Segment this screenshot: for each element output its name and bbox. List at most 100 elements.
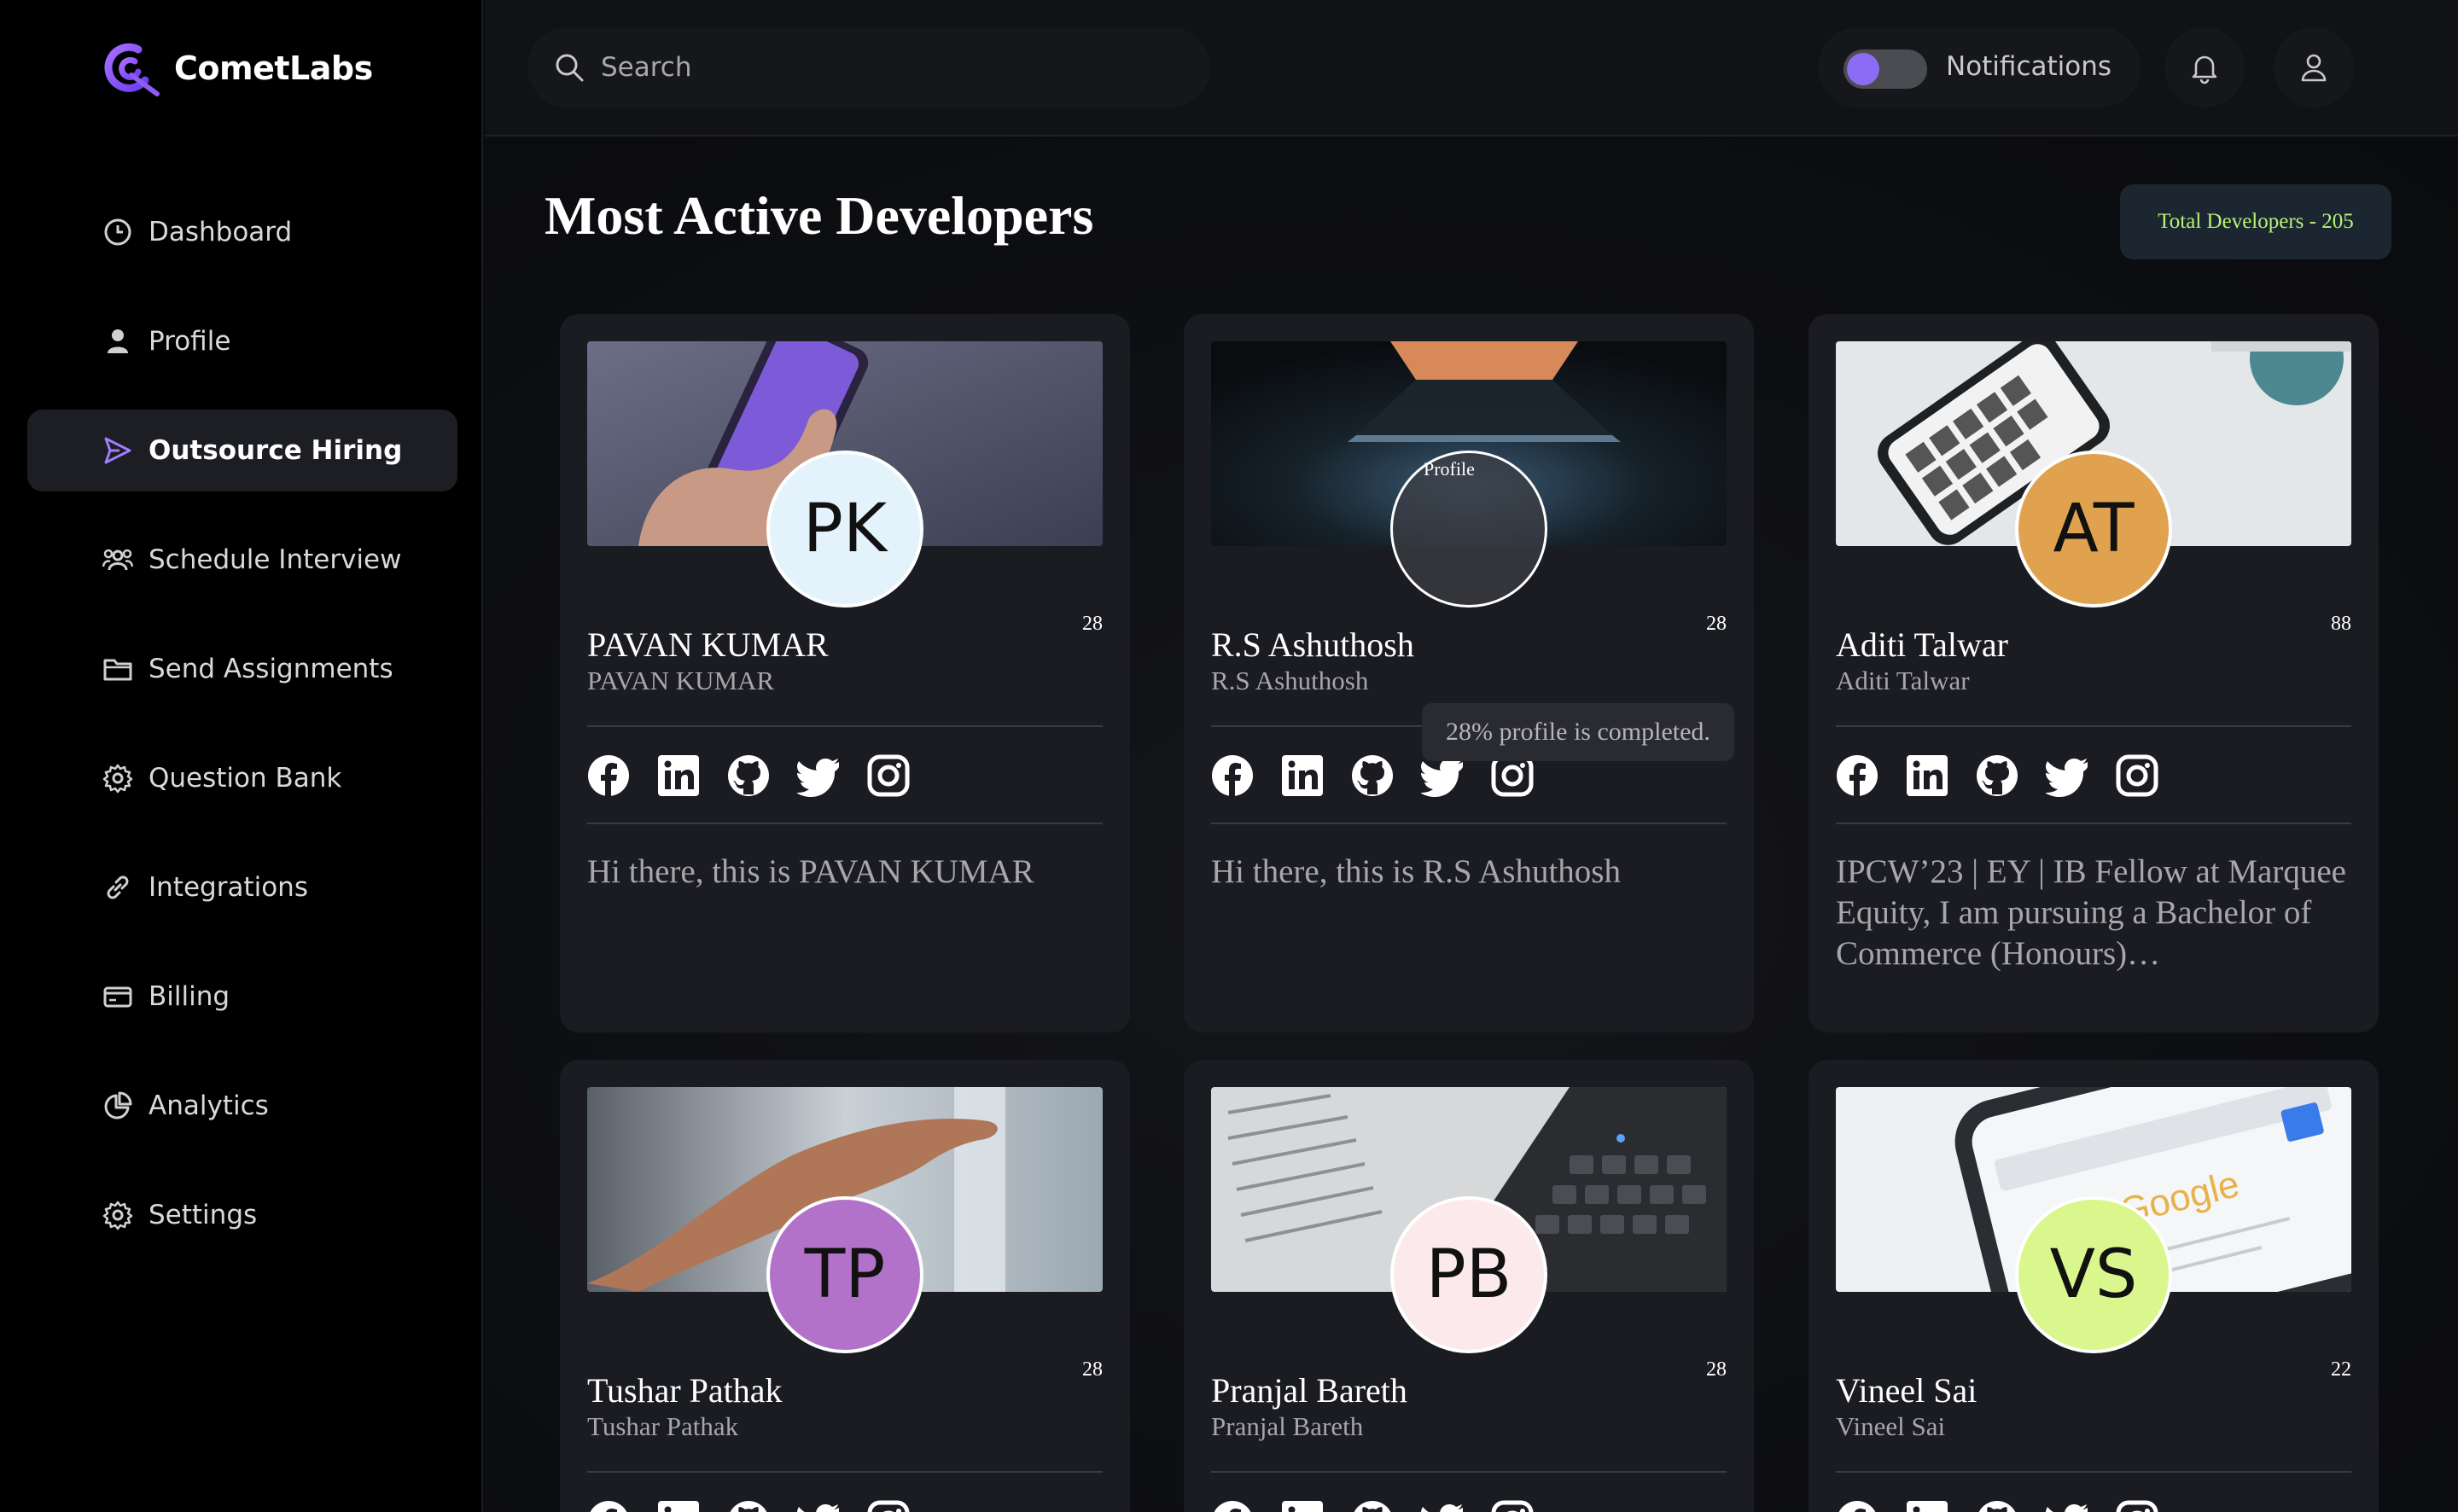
developer-bio: Hi there, this is R.S Ashuthosh bbox=[1211, 853, 1621, 890]
instagram-icon[interactable] bbox=[867, 1500, 910, 1512]
linkedin-icon[interactable] bbox=[657, 1500, 700, 1512]
social-links bbox=[1211, 1500, 1534, 1512]
developer-bio: IPCW’23 | EY | IB Fellow at Marquee Equi… bbox=[1836, 853, 2346, 972]
sidebar-item-schedule-interview[interactable]: Schedule Interview bbox=[27, 519, 457, 601]
github-icon[interactable] bbox=[1976, 1500, 2018, 1512]
facebook-icon[interactable] bbox=[587, 1500, 630, 1512]
sidebar-item-integrations[interactable]: Integrations bbox=[27, 846, 457, 928]
pie-chart-icon bbox=[104, 1091, 132, 1119]
github-icon[interactable] bbox=[727, 754, 770, 797]
twitter-icon[interactable] bbox=[797, 754, 840, 797]
developer-card[interactable]: Profile 28 R.S Ashuthosh R.S Ashuthosh H… bbox=[1184, 314, 1754, 1032]
developer-name[interactable]: Vineel Sai bbox=[1836, 1370, 1977, 1410]
divider bbox=[587, 725, 1103, 727]
github-icon[interactable] bbox=[727, 1500, 770, 1512]
developer-card[interactable]: AT 88 Aditi Talwar Aditi Talwar IPCW’23 … bbox=[1809, 314, 2379, 1032]
linkedin-icon[interactable] bbox=[1906, 754, 1948, 797]
linkedin-icon[interactable] bbox=[1906, 1500, 1948, 1512]
developer-name[interactable]: Tushar Pathak bbox=[587, 1370, 783, 1410]
notifications-toggle[interactable] bbox=[1844, 49, 1927, 89]
page-title: Most Active Developers bbox=[545, 185, 1094, 246]
twitter-icon[interactable] bbox=[2046, 1500, 2088, 1512]
instagram-icon[interactable] bbox=[2116, 1500, 2158, 1512]
avatar: AT bbox=[2015, 451, 2172, 608]
search-input[interactable] bbox=[601, 52, 1181, 83]
developer-card[interactable]: PB 28 Pranjal Bareth Pranjal Bareth bbox=[1184, 1060, 1754, 1512]
gear-icon bbox=[102, 764, 133, 794]
linkedin-icon[interactable] bbox=[657, 754, 700, 797]
sidebar-item-label: Dashboard bbox=[149, 217, 293, 247]
developer-name[interactable]: PAVAN KUMAR bbox=[587, 625, 829, 665]
person-icon bbox=[108, 329, 128, 353]
developer-score: 88 bbox=[2331, 613, 2351, 635]
sidebar-item-label: Send Assignments bbox=[149, 654, 393, 684]
linkedin-icon[interactable] bbox=[1281, 1500, 1324, 1512]
sidebar: CometLabs Dashboard Profile Outsource Hi… bbox=[0, 0, 483, 1512]
sidebar-item-label: Integrations bbox=[149, 872, 308, 903]
sidebar-item-question-bank[interactable]: Question Bank bbox=[27, 737, 457, 819]
sidebar-item-billing[interactable]: Billing bbox=[27, 956, 457, 1038]
developer-score: 22 bbox=[2331, 1358, 2351, 1381]
sidebar-item-label: Outsource Hiring bbox=[149, 435, 403, 466]
search-icon bbox=[556, 54, 584, 82]
total-developers-badge: Total Developers - 205 bbox=[2120, 184, 2391, 259]
notifications-button[interactable] bbox=[2164, 27, 2245, 108]
facebook-icon[interactable] bbox=[587, 754, 630, 797]
facebook-icon[interactable] bbox=[1211, 754, 1254, 797]
brand[interactable]: CometLabs bbox=[101, 38, 373, 99]
github-icon[interactable] bbox=[1351, 754, 1394, 797]
instagram-icon[interactable] bbox=[1491, 1500, 1534, 1512]
toggle-knob bbox=[1847, 53, 1879, 85]
sidebar-item-settings[interactable]: Settings bbox=[27, 1174, 457, 1256]
user-icon bbox=[2301, 54, 2327, 82]
send-icon bbox=[104, 437, 131, 464]
sidebar-item-label: Analytics bbox=[149, 1090, 269, 1121]
sidebar-item-analytics[interactable]: Analytics bbox=[27, 1065, 457, 1147]
sidebar-item-label: Schedule Interview bbox=[149, 544, 402, 575]
developer-name[interactable]: Pranjal Bareth bbox=[1211, 1370, 1407, 1410]
social-links bbox=[1836, 1500, 2158, 1512]
user-menu-button[interactable] bbox=[2274, 27, 2354, 108]
sidebar-item-profile[interactable]: Profile bbox=[27, 300, 457, 382]
divider bbox=[1836, 1471, 2351, 1473]
developer-card[interactable]: TP 28 Tushar Pathak Tushar Pathak bbox=[560, 1060, 1130, 1512]
developer-score: 28 bbox=[1706, 613, 1727, 635]
avatar: VS bbox=[2015, 1196, 2172, 1353]
folder-icon bbox=[103, 659, 132, 681]
linkedin-icon[interactable] bbox=[1281, 754, 1324, 797]
card-icon bbox=[103, 986, 132, 1008]
divider bbox=[1211, 1471, 1727, 1473]
developer-subtitle: Aditi Talwar bbox=[1836, 666, 1970, 695]
developer-name[interactable]: R.S Ashuthosh bbox=[1211, 625, 1414, 665]
facebook-icon[interactable] bbox=[1836, 1500, 1878, 1512]
search-bar[interactable] bbox=[527, 27, 1210, 108]
developer-subtitle: Tushar Pathak bbox=[587, 1411, 739, 1441]
broken-image-alt: Profile bbox=[1424, 458, 1475, 480]
main-content: Most Active Developers Total Developers … bbox=[485, 138, 2458, 1512]
developer-card[interactable]: Google VS 22 Vineel Sai Vineel Sai bbox=[1809, 1060, 2379, 1512]
facebook-icon[interactable] bbox=[1211, 1500, 1254, 1512]
sidebar-item-outsource-hiring[interactable]: Outsource Hiring bbox=[27, 410, 457, 491]
link-icon bbox=[107, 875, 129, 899]
team-icon bbox=[102, 549, 133, 571]
sidebar-item-send-assignments[interactable]: Send Assignments bbox=[27, 628, 457, 710]
brand-name: CometLabs bbox=[174, 49, 373, 87]
notifications-toggle-pill[interactable]: Notifications bbox=[1818, 27, 2141, 108]
clock-icon bbox=[104, 218, 131, 246]
instagram-icon[interactable] bbox=[2116, 754, 2158, 797]
twitter-icon[interactable] bbox=[797, 1500, 840, 1512]
developer-name[interactable]: Aditi Talwar bbox=[1836, 625, 2008, 665]
instagram-icon[interactable] bbox=[867, 754, 910, 797]
sidebar-item-dashboard[interactable]: Dashboard bbox=[27, 191, 457, 273]
twitter-icon[interactable] bbox=[1421, 1500, 1464, 1512]
sidebar-item-label: Billing bbox=[149, 981, 230, 1012]
facebook-icon[interactable] bbox=[1836, 754, 1878, 797]
divider bbox=[587, 1471, 1103, 1473]
notifications-label: Notifications bbox=[1946, 51, 2112, 82]
github-icon[interactable] bbox=[1976, 754, 2018, 797]
developer-card[interactable]: PK 28 PAVAN KUMAR PAVAN KUMAR Hi there, … bbox=[560, 314, 1130, 1032]
developer-bio: Hi there, this is PAVAN KUMAR bbox=[587, 853, 1034, 890]
developer-subtitle: PAVAN KUMAR bbox=[587, 666, 775, 695]
twitter-icon[interactable] bbox=[2046, 754, 2088, 797]
github-icon[interactable] bbox=[1351, 1500, 1394, 1512]
